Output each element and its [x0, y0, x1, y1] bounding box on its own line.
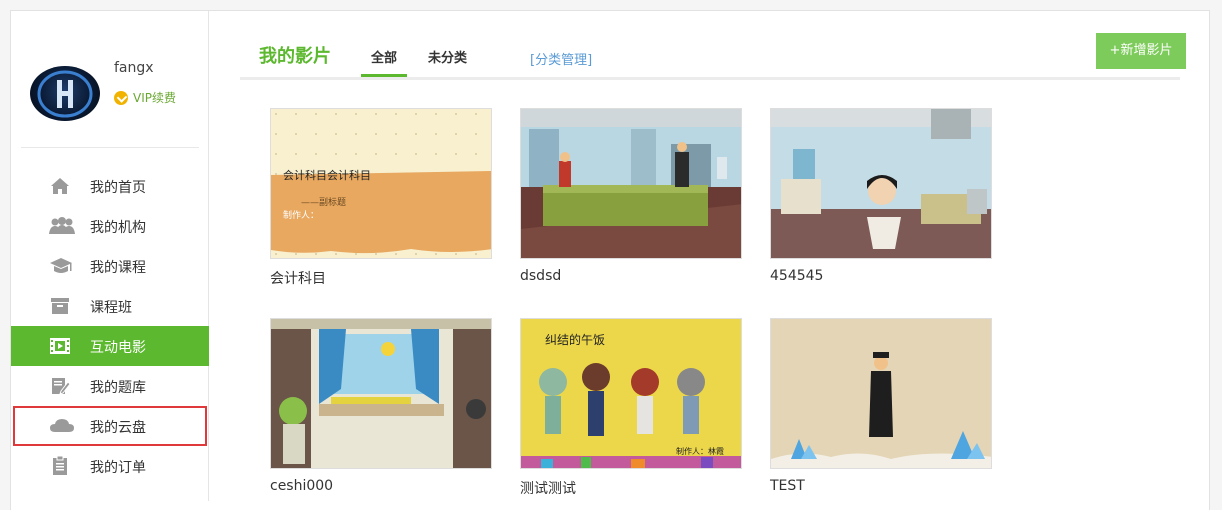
movie-card[interactable]: dsdsd	[520, 108, 742, 284]
movie-thumbnail[interactable]: 会计科目会计科目 ——副标题 制作人：	[270, 108, 492, 259]
edit-icon	[49, 376, 71, 396]
tab-all[interactable]: 全部	[361, 47, 408, 77]
movie-title[interactable]: 454545	[770, 268, 992, 284]
sidebar-item-label: 我的云盘	[90, 420, 146, 436]
movie-title[interactable]: dsdsd	[520, 268, 742, 284]
sidebar-item-orders[interactable]: 我的订单	[11, 446, 209, 486]
sidebar-item-organization[interactable]: 我的机构	[11, 206, 209, 246]
sidebar-divider	[21, 147, 199, 148]
movie-title[interactable]: ceshi000	[270, 478, 492, 494]
thumb-author: 制作人：	[283, 211, 320, 221]
avatar[interactable]	[30, 66, 100, 121]
thumb-subtitle: ——副标题	[301, 198, 347, 208]
movie-thumbnail[interactable]	[270, 318, 492, 469]
sidebar: fangx VIP续费 我的首页 我的机构 我的课程 课程班 互动电影 我的题库…	[11, 11, 209, 501]
clipboard-icon	[49, 455, 71, 476]
header-divider	[240, 77, 1180, 80]
box-icon	[49, 296, 71, 316]
app-frame: fangx VIP续费 我的首页 我的机构 我的课程 课程班 互动电影 我的题库…	[10, 10, 1210, 510]
sidebar-item-class[interactable]: 课程班	[11, 286, 209, 326]
sidebar-item-question-bank[interactable]: 我的题库	[11, 366, 209, 406]
movie-card[interactable]: ceshi000	[270, 318, 492, 494]
movie-title[interactable]: 测试测试	[520, 478, 742, 498]
sidebar-item-label: 我的订单	[90, 460, 146, 476]
thumb-author: 制作人：林霞	[676, 447, 724, 456]
vip-renew-label: VIP续费	[133, 91, 176, 105]
thumb-title: 会计科目会计科目	[283, 169, 371, 182]
graduation-cap-icon	[49, 256, 72, 276]
movie-card[interactable]: 454545	[770, 108, 992, 284]
movie-thumbnail[interactable]: 纠结的午饭 制作人：林霞	[520, 318, 742, 469]
sidebar-item-interactive-movie[interactable]: 互动电影	[11, 326, 209, 366]
sidebar-item-label: 互动电影	[90, 340, 146, 356]
username: fangx	[114, 60, 154, 76]
movie-thumbnail[interactable]	[520, 108, 742, 259]
cloud-icon	[49, 416, 74, 436]
sidebar-item-courses[interactable]: 我的课程	[11, 246, 209, 286]
thumb-title: 纠结的午饭	[545, 333, 606, 347]
sidebar-item-label: 我的题库	[90, 380, 146, 396]
movie-card[interactable]: TEST	[770, 318, 992, 494]
sidebar-item-label: 我的首页	[90, 180, 146, 196]
home-icon	[49, 176, 71, 196]
vip-badge-icon	[114, 90, 128, 105]
group-icon	[49, 216, 75, 236]
category-manage-link[interactable]: [分类管理]	[530, 49, 592, 68]
sidebar-item-label: 我的课程	[90, 260, 146, 276]
page-title: 我的影片	[259, 46, 331, 67]
vip-renew-link[interactable]: VIP续费	[114, 89, 176, 106]
movie-card[interactable]: 会计科目会计科目 ——副标题 制作人： 会计科目	[270, 108, 492, 288]
tab-uncategorized[interactable]: 未分类	[428, 47, 467, 77]
movie-card[interactable]: 纠结的午饭 制作人：林霞 测试测试	[520, 318, 742, 498]
sidebar-item-label: 我的机构	[90, 220, 146, 236]
movie-thumbnail[interactable]	[770, 108, 992, 259]
add-movie-button[interactable]: +新增影片	[1096, 33, 1186, 69]
movie-title[interactable]: 会计科目	[270, 268, 492, 288]
film-icon	[49, 336, 71, 356]
movie-thumbnail[interactable]	[770, 318, 992, 469]
sidebar-item-cloud-disk[interactable]: 我的云盘	[13, 406, 207, 446]
sidebar-item-label: 课程班	[90, 300, 132, 316]
sidebar-item-home[interactable]: 我的首页	[11, 166, 209, 206]
movie-title[interactable]: TEST	[770, 478, 992, 494]
